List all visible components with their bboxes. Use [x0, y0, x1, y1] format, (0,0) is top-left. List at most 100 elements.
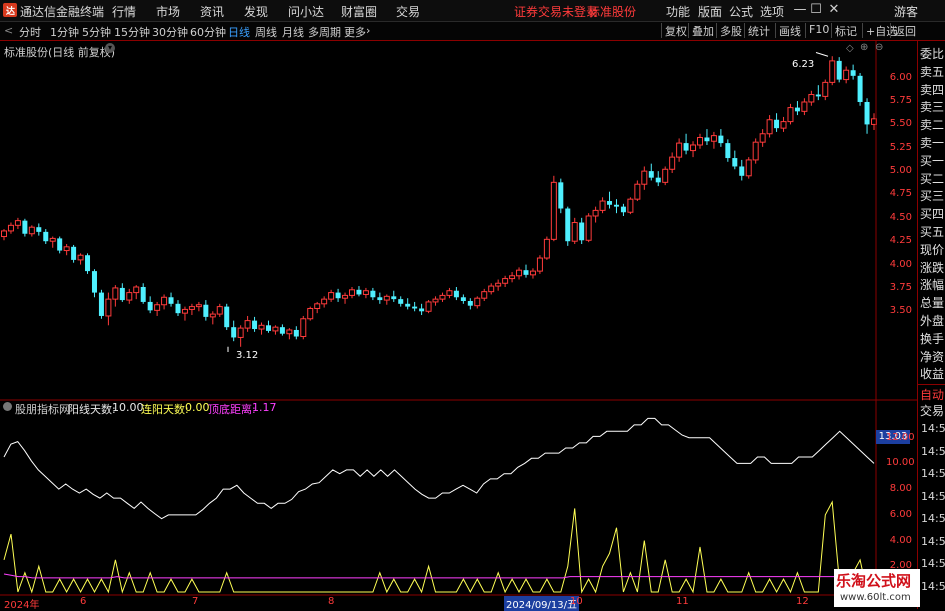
period-15min[interactable]: 15分钟: [114, 24, 150, 40]
sidebar-item[interactable]: 换手: [920, 330, 944, 347]
candle-body: [307, 307, 314, 320]
sidebar-item[interactable]: 外盘: [920, 312, 944, 329]
period-5min[interactable]: 5分钟: [82, 24, 111, 40]
candle-body: [49, 237, 56, 242]
candle: [405, 298, 411, 310]
tool-stats[interactable]: 统计: [744, 23, 773, 38]
candle: [307, 306, 314, 321]
candle-body: [98, 292, 104, 316]
more-chevron-icon[interactable]: ›: [366, 24, 370, 37]
candle: [342, 292, 349, 304]
period-week[interactable]: 周线: [255, 24, 277, 40]
sidebar-item[interactable]: 净资: [920, 348, 944, 365]
maximize-icon[interactable]: ☐: [808, 2, 824, 18]
candle-body: [690, 144, 697, 152]
sidebar-tab-trade[interactable]: 交易: [920, 402, 944, 419]
title-dropdown-icon[interactable]: ▾: [105, 43, 115, 53]
menu-quotes[interactable]: 行情: [112, 3, 136, 20]
candle: [613, 199, 619, 214]
period-month[interactable]: 月线: [282, 24, 304, 40]
candle: [752, 138, 759, 164]
indicator-layer: [3, 417, 875, 594]
sidebar-item[interactable]: 卖四: [920, 81, 944, 98]
sidebar-item[interactable]: 卖一: [920, 134, 944, 151]
sidebar-item[interactable]: 买二: [920, 170, 944, 187]
menu-ask[interactable]: 问小达: [288, 3, 324, 20]
period-1min[interactable]: 1分钟: [50, 24, 79, 40]
sidebar-item[interactable]: 现价: [920, 241, 944, 258]
sidebar-item[interactable]: 收益: [920, 365, 944, 382]
zoom-out-icon[interactable]: ⊖: [875, 42, 883, 53]
candle: [1, 229, 7, 241]
sidebar-item[interactable]: 买四: [920, 205, 944, 222]
indicator-dropdown-icon[interactable]: [3, 402, 12, 411]
menu-trade[interactable]: 交易: [396, 3, 420, 20]
candle-body: [224, 306, 230, 328]
app-logo-char: 达: [6, 7, 16, 17]
period-30min[interactable]: 30分钟: [152, 24, 188, 40]
menu-options[interactable]: 选项: [760, 3, 784, 20]
menu-discover[interactable]: 发现: [244, 3, 268, 20]
candle: [801, 98, 808, 116]
x-label-jul: 7: [192, 596, 199, 607]
minimize-icon[interactable]: —: [792, 2, 808, 18]
candle-body: [28, 226, 35, 235]
period-60min[interactable]: 60分钟: [190, 24, 226, 40]
sidebar-item[interactable]: 买三: [920, 187, 944, 204]
tool-f10[interactable]: F10: [805, 23, 832, 38]
candle-body: [126, 292, 133, 301]
candle-body: [641, 170, 648, 185]
candle: [258, 322, 265, 335]
kline-chart[interactable]: [0, 41, 918, 609]
candle: [209, 311, 216, 325]
sidebar-item[interactable]: 买五: [920, 223, 944, 240]
sidebar-item[interactable]: 卖五: [920, 63, 944, 80]
candle-body: [739, 166, 745, 176]
menu-news[interactable]: 资讯: [200, 3, 224, 20]
login-warning[interactable]: 证券交易未登录: [514, 3, 598, 20]
period-multi[interactable]: 多周期: [308, 24, 341, 40]
guest-user[interactable]: 游客: [894, 3, 918, 20]
menu-wealth[interactable]: 财富圈: [341, 3, 377, 20]
candle: [453, 286, 459, 301]
candle-body: [697, 136, 703, 146]
tool-adjust[interactable]: 复权: [661, 23, 690, 38]
sidebar-tab-auto[interactable]: 自动: [920, 386, 944, 403]
sidebar-item[interactable]: 涨幅: [920, 276, 944, 293]
menu-layout[interactable]: 版面: [698, 3, 722, 20]
low-annotation: 3.12: [236, 350, 259, 361]
candle: [774, 113, 780, 132]
time-list-item: 14:56: [921, 512, 945, 525]
sidebar-item[interactable]: 卖二: [920, 116, 944, 133]
menu-market[interactable]: 市场: [156, 3, 180, 20]
tool-mark[interactable]: 标记: [831, 23, 860, 38]
period-more[interactable]: 更多: [344, 24, 366, 40]
candle: [293, 326, 299, 340]
zoom-in-icon[interactable]: ⊕: [860, 42, 868, 53]
sidebar-item[interactable]: 委比: [920, 45, 944, 62]
dingdi-value: 1.17: [252, 401, 277, 414]
candle-body: [286, 329, 293, 335]
candle: [126, 288, 133, 304]
sidebar-item[interactable]: 涨跌: [920, 259, 944, 276]
price-axis-label: 4.75: [889, 188, 912, 200]
indicator-name[interactable]: 股朋指标网: [15, 401, 70, 417]
close-icon[interactable]: ✕: [826, 2, 842, 18]
price-axis-label: 3.50: [889, 305, 912, 317]
period-day[interactable]: 日线: [228, 24, 250, 40]
tool-draw[interactable]: 画线: [775, 23, 804, 38]
tool-back[interactable]: 返回: [890, 23, 919, 38]
toolbar-collapse-icon[interactable]: <: [4, 24, 13, 37]
tool-multi-stock[interactable]: 多股: [716, 23, 745, 38]
period-tick[interactable]: 分时: [19, 24, 41, 40]
candle-body: [377, 297, 383, 301]
candle: [739, 159, 745, 181]
sidebar-item[interactable]: 买一: [920, 152, 944, 169]
sidebar-item[interactable]: 总量: [920, 294, 944, 311]
menu-formula[interactable]: 公式: [729, 3, 753, 20]
diamond-icon[interactable]: ◇: [846, 43, 854, 54]
menu-function[interactable]: 功能: [666, 3, 690, 20]
candle: [529, 268, 536, 279]
sidebar-item[interactable]: 卖三: [920, 98, 944, 115]
tool-overlay[interactable]: 叠加: [688, 23, 717, 38]
